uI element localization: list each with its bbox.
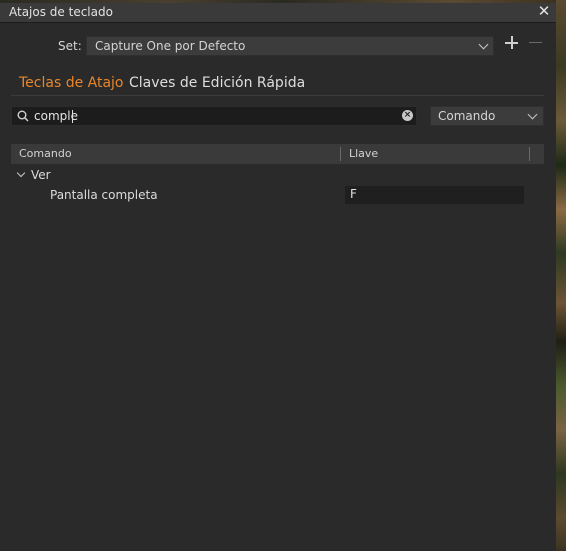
shortcut-key-value: F <box>350 187 357 201</box>
window-title: Atajos de teclado <box>9 5 113 19</box>
close-icon[interactable]: ✕ <box>536 3 552 21</box>
minus-icon[interactable] <box>527 33 545 53</box>
keyboard-shortcuts-window: Atajos de teclado ✕ Set: Capture One por… <box>0 3 556 551</box>
tab-shortcut-keys[interactable]: Teclas de Atajo <box>19 75 124 91</box>
search-mode-dropdown[interactable]: Comando <box>430 106 544 126</box>
tab-quick-edit-keys[interactable]: Claves de Edición Rápida <box>129 75 305 91</box>
search-icon <box>17 110 29 122</box>
tree-group-label: Ver <box>31 168 51 182</box>
column-divider[interactable] <box>340 147 341 161</box>
shortcut-key-field[interactable]: F <box>345 186 524 204</box>
search-input[interactable] <box>34 108 384 124</box>
tab-divider <box>11 95 544 96</box>
set-dropdown-value: Capture One por Defecto <box>95 39 246 53</box>
title-bar: Atajos de teclado ✕ <box>0 3 556 23</box>
column-divider[interactable] <box>529 147 530 161</box>
search-box[interactable]: × <box>11 106 417 126</box>
background-photo-strip <box>556 0 566 551</box>
chevron-down-icon <box>527 109 538 120</box>
table-row[interactable]: Pantalla completa F <box>11 185 544 205</box>
clear-icon[interactable]: × <box>402 110 413 121</box>
column-header-key[interactable]: Llave <box>349 147 378 160</box>
tree-group-row[interactable]: Ver <box>11 166 544 184</box>
plus-icon[interactable] <box>503 33 521 53</box>
chevron-down-icon <box>478 39 489 50</box>
column-header-command[interactable]: Comando <box>19 147 72 160</box>
chevron-down-icon[interactable] <box>16 168 26 178</box>
command-label: Pantalla completa <box>50 188 158 202</box>
set-label: Set: <box>58 39 82 53</box>
table-header: Comando Llave <box>11 144 544 164</box>
set-dropdown[interactable]: Capture One por Defecto <box>86 36 494 56</box>
search-mode-value: Comando <box>438 109 496 123</box>
text-caret <box>72 110 73 123</box>
